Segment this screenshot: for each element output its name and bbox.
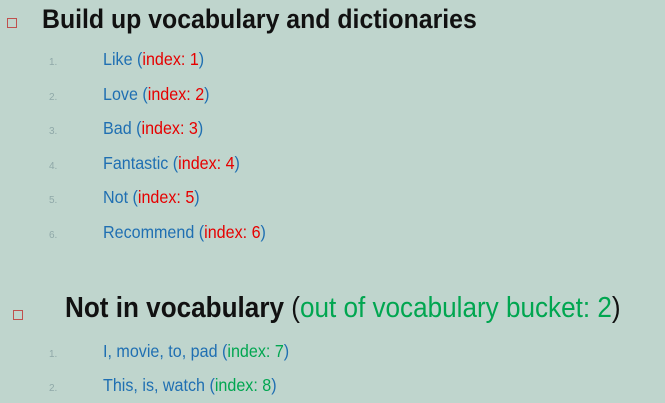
index-label: index: 2 (147, 84, 205, 104)
section-title: Build up vocabulary and dictionaries (42, 4, 477, 34)
vocab-word: Recommend (103, 222, 195, 242)
square-bullet-icon (13, 310, 23, 320)
index-label: index: 4 (178, 153, 235, 173)
index-label: index: 8 (214, 375, 272, 395)
list-item: Like (index: 1) (103, 49, 205, 69)
index-label: index: 3 (141, 118, 198, 138)
list-item: Love (index: 2) (103, 84, 210, 104)
list-item: Bad (index: 3) (103, 118, 204, 138)
vocab-word: Not (103, 187, 129, 207)
list-item: This, is, watch (index: 8) (103, 375, 277, 395)
list-number: 2. (49, 92, 58, 103)
section-title-text: Not in vocabulary (65, 292, 284, 324)
vocab-word: Bad (103, 118, 132, 138)
vocab-word: Fantastic (103, 153, 169, 173)
list-number: 1. (49, 349, 58, 360)
list-number: 4. (49, 161, 58, 172)
list-number: 1. (49, 57, 58, 68)
list-number: 6. (49, 230, 58, 241)
list-item: Recommend (index: 6) (103, 222, 266, 242)
square-bullet-icon (7, 18, 17, 28)
index-label: index: 6 (204, 222, 261, 242)
vocab-word: This, is, watch (103, 375, 206, 395)
list-item: Not (index: 5) (103, 187, 200, 207)
list-number: 3. (49, 126, 58, 137)
index-label: index: 7 (227, 341, 284, 361)
list-number: 5. (49, 195, 58, 206)
list-number: 2. (49, 383, 58, 394)
list-item: Fantastic (index: 4) (103, 153, 240, 173)
index-label: index: 1 (142, 49, 199, 69)
index-label: index: 5 (137, 187, 195, 207)
vocab-word: Like (103, 49, 133, 69)
vocab-word: Love (103, 84, 138, 104)
list-item: I, movie, to, pad (index: 7) (103, 341, 290, 361)
bucket-label: out of vocabulary bucket: 2 (299, 292, 612, 324)
section-title: Not in vocabulary (out of vocabulary buc… (65, 292, 621, 324)
vocab-word: I, movie, to, pad (103, 341, 218, 361)
